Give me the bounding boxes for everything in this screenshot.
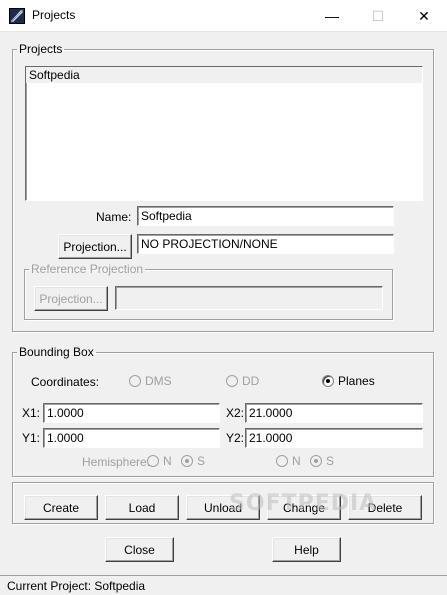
reference-projection-legend: Reference Projection: [31, 262, 144, 276]
maximize-button[interactable]: ☐: [355, 0, 401, 32]
status-bar: Current Project: Softpedia: [0, 575, 447, 595]
hemisphere-label: Hemisphere:: [82, 455, 151, 469]
name-label: Name:: [96, 210, 132, 224]
hemi-left-n-label: N: [163, 454, 172, 468]
radio-dms[interactable]: DMS: [129, 374, 172, 388]
softpedia-watermark: SOFTPEDIA: [229, 491, 378, 516]
create-button[interactable]: Create: [24, 495, 98, 520]
name-field[interactable]: Softpedia: [137, 206, 394, 226]
y2-label: Y2:: [226, 431, 245, 445]
hemi-right-n-label: N: [292, 454, 301, 468]
close-icon: ✕: [418, 7, 430, 24]
minimize-icon: —: [325, 8, 339, 24]
y1-field[interactable]: 1.0000: [43, 428, 220, 448]
maximize-icon: ☐: [371, 7, 385, 24]
hemi-left-n[interactable]: N: [147, 454, 172, 468]
x2-field[interactable]: 21.0000: [245, 403, 423, 423]
hemi-left-s-circle: [181, 455, 193, 467]
title-bar[interactable]: Projects — ☐ ✕: [0, 0, 447, 32]
projection-button[interactable]: Projection...: [58, 234, 132, 259]
radio-planes-circle: [322, 375, 334, 387]
radio-planes-label: Planes: [338, 374, 375, 388]
radio-dms-label: DMS: [145, 374, 172, 388]
y1-label: Y1:: [22, 431, 41, 445]
hemi-right-s[interactable]: S: [310, 454, 334, 468]
x2-label: X2:: [226, 406, 245, 420]
radio-dd[interactable]: DD: [226, 374, 259, 388]
coordinates-label: Coordinates:: [31, 375, 100, 389]
hemi-right-n-circle: [276, 455, 288, 467]
y2-field[interactable]: 21.0000: [245, 428, 423, 448]
help-button[interactable]: Help: [272, 537, 341, 562]
list-item[interactable]: Softpedia: [26, 67, 422, 83]
hemi-left-s[interactable]: S: [181, 454, 205, 468]
x1-field[interactable]: 1.0000: [43, 403, 220, 423]
close-window-button[interactable]: ✕: [401, 0, 447, 32]
reference-projection-button[interactable]: Projection...: [34, 286, 108, 311]
current-project-status: Current Project: Softpedia: [7, 579, 146, 593]
load-button[interactable]: Load: [105, 495, 179, 520]
app-icon: [9, 8, 25, 24]
hemi-right-s-label: S: [326, 454, 335, 468]
hemi-left-s-label: S: [197, 454, 206, 468]
reference-projection-field: [115, 286, 383, 310]
hemi-right-s-circle: [310, 455, 322, 467]
bounding-box-legend: Bounding Box: [19, 345, 94, 359]
hemi-left-n-circle: [147, 455, 159, 467]
minimize-button[interactable]: —: [309, 0, 355, 32]
projection-field: NO PROJECTION/NONE: [137, 234, 394, 254]
hemi-right-n[interactable]: N: [276, 454, 301, 468]
x1-label: X1:: [22, 406, 41, 420]
close-button[interactable]: Close: [105, 537, 174, 562]
projects-group-legend: Projects: [19, 42, 63, 56]
radio-dms-circle: [129, 375, 141, 387]
radio-dd-circle: [226, 375, 238, 387]
radio-dd-label: DD: [242, 374, 260, 388]
radio-planes[interactable]: Planes: [322, 374, 375, 388]
projects-list[interactable]: Softpedia: [25, 66, 423, 201]
window-title: Projects: [32, 8, 76, 22]
